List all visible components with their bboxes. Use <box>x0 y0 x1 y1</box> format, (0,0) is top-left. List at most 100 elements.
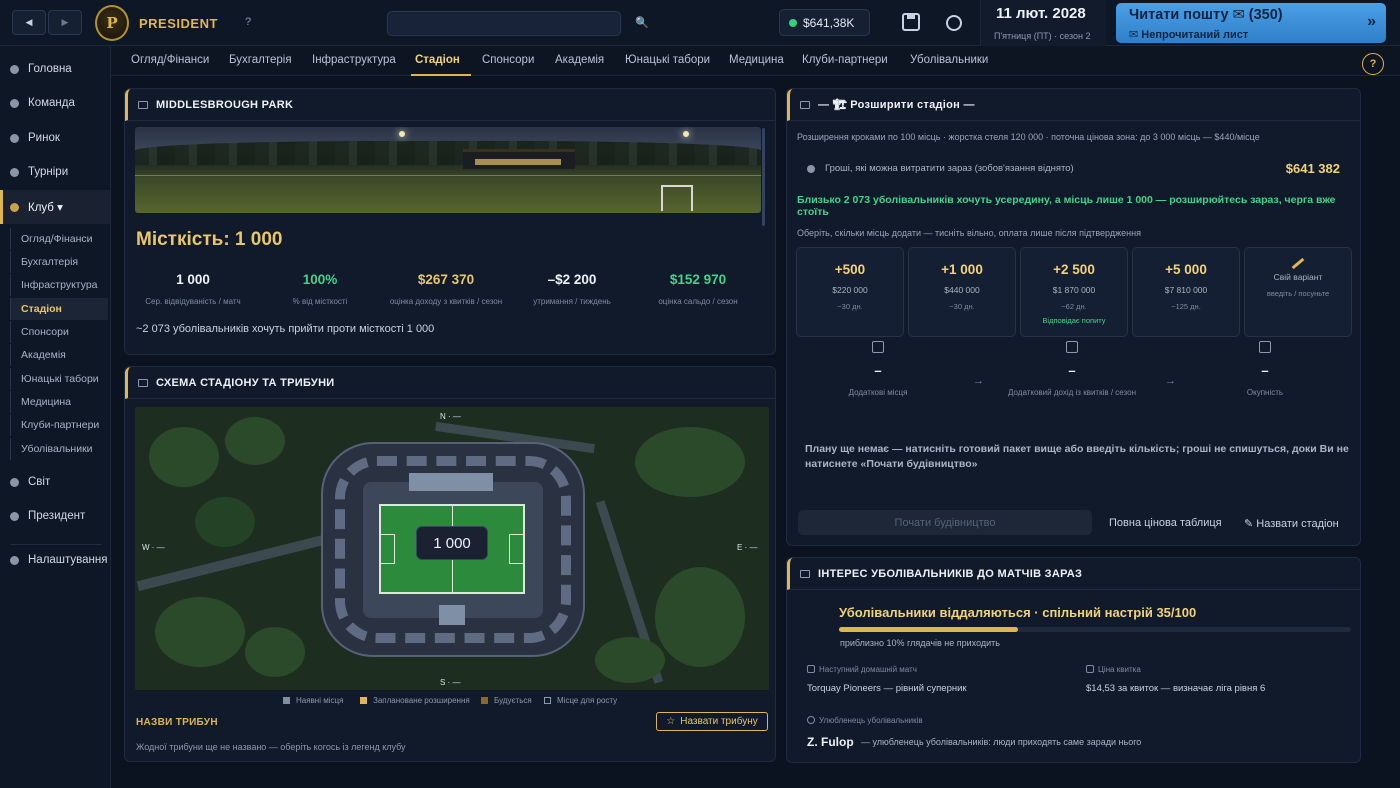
forward-button[interactable]: ▶ <box>48 10 82 35</box>
sidebar-item-home[interactable]: Головна <box>0 53 110 85</box>
name-stand-button[interactable]: ☆ Назвати трибуну <box>656 712 768 731</box>
package-500[interactable]: +500 $220 000 ~30 дн. <box>796 247 904 337</box>
sidebar-item-president[interactable]: Президент <box>0 500 110 532</box>
tab-partner-clubs[interactable]: Клуби-партнери <box>802 54 888 66</box>
sidebar: Головна Команда Ринок Турніри Клуб ▾ Огл… <box>0 46 111 788</box>
package-custom[interactable]: Свій варіант введіть / посуньте <box>1244 247 1352 337</box>
sidebar-sub-infrastructure[interactable]: Інфраструктура <box>10 274 108 296</box>
compass-south: S · — <box>440 678 461 687</box>
arrow-right-icon: → <box>973 375 984 387</box>
sidebar-sub-academy[interactable]: Академія <box>10 344 108 366</box>
capacity-badge: 1 000 <box>416 526 488 560</box>
club-logo[interactable]: P <box>95 5 129 41</box>
package-duration: ~30 дн. <box>949 302 975 311</box>
package-5000[interactable]: +5 000 $7 810 000 ~125 дн. <box>1132 247 1240 337</box>
start-construction-button[interactable]: Почати будівництво <box>798 510 1092 535</box>
tab-academy[interactable]: Академія <box>555 54 604 66</box>
sidebar-sub-sponsors[interactable]: Спонсори <box>10 321 108 343</box>
legend-planned: Заплановане розширення <box>360 696 470 705</box>
legend-label: Наявні місця <box>296 696 344 705</box>
stadium-map: 1 000 N · — S · — W · — E · — <box>135 407 769 690</box>
package-title: Свій варіант <box>1273 272 1323 282</box>
ticket-icon <box>1066 341 1078 353</box>
balance-display[interactable]: $641,38K <box>779 9 870 36</box>
map-tree <box>655 567 745 667</box>
sidebar-sub-youth-camps[interactable]: Юнацькі табори <box>10 368 108 390</box>
sidebar-sub-accounting[interactable]: Бухгалтерія <box>10 251 108 273</box>
search-input[interactable] <box>387 11 621 36</box>
sidebar-item-club[interactable]: Клуб ▾ <box>0 190 110 224</box>
sidebar-sub-medicine[interactable]: Медицина <box>10 391 108 413</box>
spendable-money-value: $641 382 <box>1285 161 1340 176</box>
sidebar-sub-fans[interactable]: Уболівальники <box>10 438 108 460</box>
current-date: 11 лют. 2028 <box>996 5 1086 22</box>
package-1000[interactable]: +1 000 $440 000 ~30 дн. <box>908 247 1016 337</box>
sidebar-sub-overview[interactable]: Огляд/Фінанси <box>10 228 108 250</box>
expand-stadium-panel: — 🏗 Розширити стадіон — Розширення крока… <box>786 88 1361 546</box>
sidebar-item-market[interactable]: Ринок <box>0 122 110 154</box>
fan-favourite-name[interactable]: Z. Fulop <box>807 735 854 749</box>
stat-value: $267 370 <box>417 272 475 287</box>
sidebar-item-label: Клуб ▾ <box>28 202 63 214</box>
sidebar-item-label: Ринок <box>28 132 60 144</box>
sidebar-item-tournaments[interactable]: Турніри <box>0 156 110 188</box>
photo-pitch-line <box>135 175 761 176</box>
tab-accounting[interactable]: Бухгалтерія <box>229 54 292 66</box>
stat-value: $152 970 <box>669 272 727 287</box>
compass-east: E · — <box>737 543 758 552</box>
name-stadium-link[interactable]: ✎ Назвати стадіон <box>1244 517 1339 530</box>
stat-label: оцінка доходу з квитків / сезон <box>389 297 503 306</box>
tab-stadium[interactable]: Стадіон <box>415 54 460 66</box>
sidebar-item-world[interactable]: Світ <box>0 466 110 498</box>
date-panel[interactable]: 11 лют. 2028 П'ятниця (ПТ) · сезон 2 <box>980 0 1106 46</box>
fans-icon <box>800 569 810 578</box>
interest-title: ІНТЕРЕС УБОЛІВАЛЬНИКІВ ДО МАТЧІВ ЗАРАЗ <box>818 567 1083 580</box>
photo-goal <box>661 185 693 211</box>
sidebar-item-label: Світ <box>28 476 51 488</box>
package-price: $7 810 000 <box>1164 285 1208 295</box>
sidebar-item-settings[interactable]: Налаштування <box>0 544 110 576</box>
tab-youth-camps[interactable]: Юнацькі табори <box>625 54 710 66</box>
back-button[interactable]: ◀ <box>12 10 46 35</box>
summary-extra-income: – Додатковий дохід із квитків / сезон <box>987 341 1157 397</box>
map-tree <box>595 637 665 683</box>
star-icon: ☆ <box>666 716 676 727</box>
tab-fans[interactable]: Уболівальники <box>910 54 988 66</box>
sidebar-sub-partner-clubs[interactable]: Клуби-партнери <box>10 414 108 436</box>
stat-balance: $152 970 оцінка сальдо / сезон <box>634 272 762 306</box>
balance-value: $641,38K <box>803 15 855 30</box>
tab-overview[interactable]: Огляд/Фінанси <box>131 54 209 66</box>
map-tree <box>635 427 745 497</box>
tab-medicine[interactable]: Медицина <box>729 54 784 66</box>
hourglass-icon <box>1259 341 1271 353</box>
match-icon <box>807 665 815 673</box>
read-mail-button[interactable]: Читати пошту ✉ (350) ✉ Непрочитаний лист… <box>1116 3 1386 43</box>
help-icon[interactable]: ? <box>245 16 251 28</box>
sidebar-item-label: Головна <box>28 63 72 75</box>
photo-scrollbar[interactable] <box>762 128 765 226</box>
tab-infrastructure[interactable]: Інфраструктура <box>312 54 396 66</box>
legend-swatch <box>360 697 367 704</box>
fan-mood-heading: Уболівальники віддаляються · спільний на… <box>839 605 1196 620</box>
sidebar-item-label: Президент <box>28 510 86 522</box>
market-icon <box>10 133 19 143</box>
search-icon[interactable]: 🔍 <box>635 16 649 29</box>
stat-maintenance: –$2 200 утримання / тиждень <box>508 272 636 306</box>
package-title: +1 000 <box>941 262 983 277</box>
legend-label: Місце для росту <box>557 696 618 705</box>
package-2500[interactable]: +2 500 $1 870 000 ~62 дн. Відповідає поп… <box>1020 247 1128 337</box>
map-tree <box>245 627 305 677</box>
schema-panel-header: СХЕМА СТАДІОНУ ТА ТРИБУНИ <box>125 367 775 399</box>
tab-sponsors[interactable]: Спонсори <box>482 54 534 66</box>
sidebar-item-team[interactable]: Команда <box>0 87 110 119</box>
save-icon[interactable] <box>902 13 920 31</box>
choose-seats-hint: Оберіть, скільки місць додати — тисніть … <box>797 228 1141 238</box>
sidebar-sub-stadium[interactable]: Стадіон <box>10 298 108 320</box>
package-duration: ~125 дн. <box>1171 302 1201 311</box>
globe-icon[interactable] <box>946 15 962 31</box>
help-button[interactable]: ? <box>1362 53 1384 75</box>
stat-value: 100% <box>302 272 338 287</box>
world-icon <box>10 477 19 487</box>
summary-extra-seats: – Додаткові місця <box>793 341 963 397</box>
full-price-table-link[interactable]: Повна цінова таблиця <box>1109 517 1222 529</box>
